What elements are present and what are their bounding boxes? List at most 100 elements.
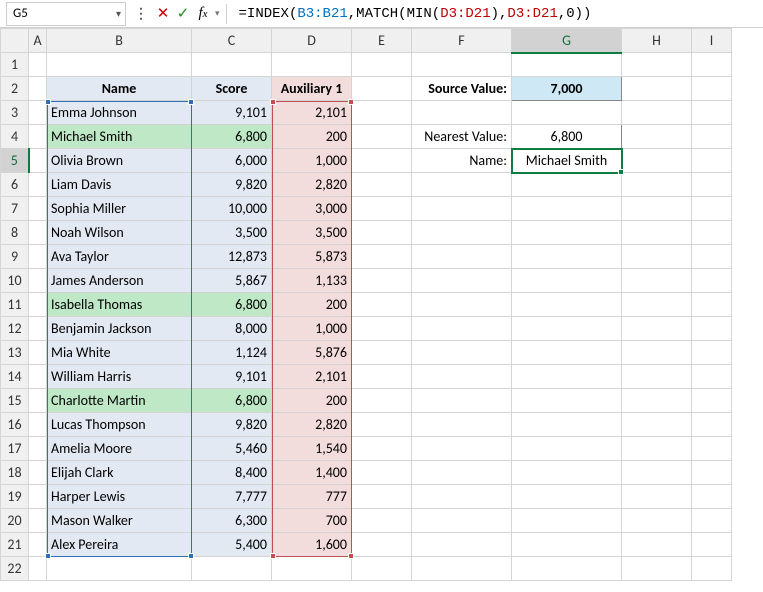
cell-H16[interactable] (622, 413, 692, 437)
row-header-10[interactable]: 10 (1, 269, 29, 293)
cell-A12[interactable] (29, 317, 47, 341)
cell-E5[interactable] (352, 149, 412, 173)
cell-C9[interactable]: 12,873 (192, 245, 272, 269)
cell-C3[interactable]: 9,101 (192, 101, 272, 125)
row-header-6[interactable]: 6 (1, 173, 29, 197)
cell-A4[interactable] (29, 125, 47, 149)
cell-H22[interactable] (622, 557, 692, 581)
cell-E17[interactable] (352, 437, 412, 461)
row-header-3[interactable]: 3 (1, 101, 29, 125)
cell-D6[interactable]: 2,820 (272, 173, 352, 197)
fx-icon[interactable]: fx (193, 5, 213, 22)
cell-F15[interactable] (412, 389, 512, 413)
cell-C18[interactable]: 8,400 (192, 461, 272, 485)
cell-A15[interactable] (29, 389, 47, 413)
cell-B6[interactable]: Liam Davis (47, 173, 192, 197)
cell-A6[interactable] (29, 173, 47, 197)
cell-E9[interactable] (352, 245, 412, 269)
cell-C1[interactable] (192, 53, 272, 77)
cell-E11[interactable] (352, 293, 412, 317)
cell-D2[interactable]: Auxiliary 1 (272, 77, 352, 101)
cell-D21[interactable]: 1,600 (272, 533, 352, 557)
cell-A10[interactable] (29, 269, 47, 293)
cell-A18[interactable] (29, 461, 47, 485)
cell-H21[interactable] (622, 533, 692, 557)
cell-F19[interactable] (412, 485, 512, 509)
cell-F17[interactable] (412, 437, 512, 461)
cell-F14[interactable] (412, 365, 512, 389)
cell-H10[interactable] (622, 269, 692, 293)
cell-B17[interactable]: Amelia Moore (47, 437, 192, 461)
cell-H17[interactable] (622, 437, 692, 461)
cell-C4[interactable]: 6,800 (192, 125, 272, 149)
cell-H14[interactable] (622, 365, 692, 389)
chevron-down-icon[interactable]: ▾ (116, 7, 121, 20)
cell-B12[interactable]: Benjamin Jackson (47, 317, 192, 341)
row-header-19[interactable]: 19 (1, 485, 29, 509)
cell-F7[interactable] (412, 197, 512, 221)
cell-I8[interactable] (692, 221, 732, 245)
cell-H18[interactable] (622, 461, 692, 485)
chevron-down-icon[interactable]: ▾ (215, 8, 220, 19)
cell-I12[interactable] (692, 317, 732, 341)
cell-H20[interactable] (622, 509, 692, 533)
cell-A16[interactable] (29, 413, 47, 437)
column-header-E[interactable]: E (352, 29, 412, 53)
cell-C7[interactable]: 10,000 (192, 197, 272, 221)
cell-C16[interactable]: 9,820 (192, 413, 272, 437)
cell-A19[interactable] (29, 485, 47, 509)
cell-F21[interactable] (412, 533, 512, 557)
cell-A13[interactable] (29, 341, 47, 365)
cell-G17[interactable] (512, 437, 622, 461)
cell-I16[interactable] (692, 413, 732, 437)
cell-G22[interactable] (512, 557, 622, 581)
cell-I7[interactable] (692, 197, 732, 221)
cell-G10[interactable] (512, 269, 622, 293)
cell-D11[interactable]: 200 (272, 293, 352, 317)
cell-F12[interactable] (412, 317, 512, 341)
cell-A3[interactable] (29, 101, 47, 125)
cell-E10[interactable] (352, 269, 412, 293)
cell-H19[interactable] (622, 485, 692, 509)
cell-B1[interactable] (47, 53, 192, 77)
cell-E14[interactable] (352, 365, 412, 389)
cell-G13[interactable] (512, 341, 622, 365)
row-header-21[interactable]: 21 (1, 533, 29, 557)
row-header-2[interactable]: 2 (1, 77, 29, 101)
cell-B8[interactable]: Noah Wilson (47, 221, 192, 245)
cell-B2[interactable]: Name (47, 77, 192, 101)
row-header-11[interactable]: 11 (1, 293, 29, 317)
cell-G7[interactable] (512, 197, 622, 221)
cell-E22[interactable] (352, 557, 412, 581)
row-header-22[interactable]: 22 (1, 557, 29, 581)
cell-C11[interactable]: 6,800 (192, 293, 272, 317)
cell-C6[interactable]: 9,820 (192, 173, 272, 197)
cell-D17[interactable]: 1,540 (272, 437, 352, 461)
row-header-5[interactable]: 5 (1, 149, 29, 173)
cell-A22[interactable] (29, 557, 47, 581)
cell-I19[interactable] (692, 485, 732, 509)
cell-B7[interactable]: Sophia Miller (47, 197, 192, 221)
cell-I21[interactable] (692, 533, 732, 557)
cell-G8[interactable] (512, 221, 622, 245)
cell-I11[interactable] (692, 293, 732, 317)
cell-G18[interactable] (512, 461, 622, 485)
cell-E18[interactable] (352, 461, 412, 485)
cell-F8[interactable] (412, 221, 512, 245)
cell-G16[interactable] (512, 413, 622, 437)
cell-G9[interactable] (512, 245, 622, 269)
cell-F3[interactable] (412, 101, 512, 125)
cell-E15[interactable] (352, 389, 412, 413)
cell-I14[interactable] (692, 365, 732, 389)
column-header-G[interactable]: G (512, 29, 622, 53)
cell-I9[interactable] (692, 245, 732, 269)
cell-G14[interactable] (512, 365, 622, 389)
cell-A9[interactable] (29, 245, 47, 269)
cell-B19[interactable]: Harper Lewis (47, 485, 192, 509)
cell-C13[interactable]: 1,124 (192, 341, 272, 365)
cell-H8[interactable] (622, 221, 692, 245)
cell-D9[interactable]: 5,873 (272, 245, 352, 269)
cell-B13[interactable]: Mia White (47, 341, 192, 365)
cell-D5[interactable]: 1,000 (272, 149, 352, 173)
row-header-17[interactable]: 17 (1, 437, 29, 461)
